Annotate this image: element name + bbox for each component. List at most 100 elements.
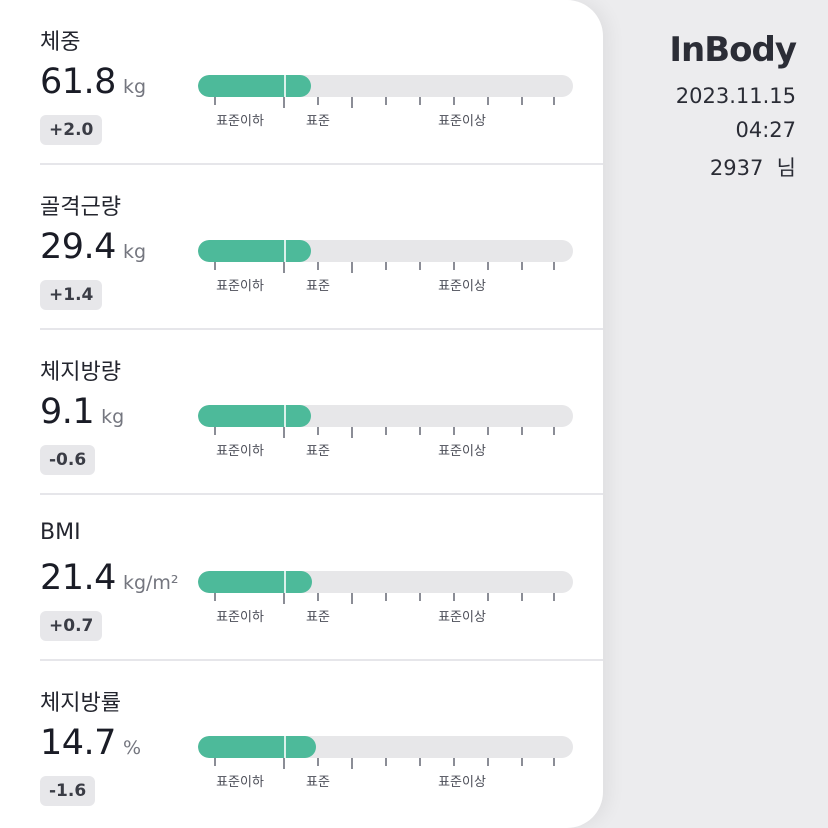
- tick-mark: [419, 593, 421, 601]
- metric-unit: %: [122, 737, 141, 759]
- range-bar-fill: [198, 405, 311, 427]
- metric-value-row: 61.8 kg: [40, 62, 146, 102]
- tick-mark: [419, 427, 421, 435]
- tick-mark: [521, 593, 523, 601]
- scale-label-below: 표준이하: [216, 610, 264, 625]
- tick-mark: [487, 593, 489, 601]
- metric-label: BMI: [40, 520, 81, 545]
- tick-mark: [521, 262, 523, 270]
- metric-unit: kg/m²: [122, 572, 179, 594]
- scale-label-standard: 표준: [306, 279, 330, 294]
- tick-mark: [317, 97, 319, 105]
- metric-body-fat-mass[interactable]: 체지방량 9.1 kg -0.6 표준이하 표준 표준이상: [0, 330, 603, 495]
- scale-label-above: 표준이상: [438, 114, 486, 129]
- tick-mark: [487, 427, 489, 435]
- tick-mark: [453, 593, 455, 601]
- metric-weight[interactable]: 체중 61.8 kg +2.0 표준이하 표준 표준이상: [0, 0, 603, 165]
- tick-mark: [553, 593, 555, 601]
- tick-mark: [317, 427, 319, 435]
- tick-mark: [553, 262, 555, 270]
- range-bar: [198, 571, 573, 593]
- scale-label-standard: 표준: [306, 444, 330, 459]
- tick-mark: [351, 97, 353, 108]
- tick-mark: [214, 97, 216, 105]
- range-bar: [198, 405, 573, 427]
- scale-label-below: 표준이하: [216, 444, 264, 459]
- metric-label: 체지방량: [40, 360, 121, 385]
- tick-mark: [553, 427, 555, 435]
- metric-value-row: 14.7 %: [40, 723, 141, 763]
- measure-date: 2023.11.15: [675, 84, 796, 108]
- tick-mark: [487, 758, 489, 766]
- metric-value: 14.7: [40, 723, 116, 763]
- range-bar: [198, 75, 573, 97]
- delta-badge: +0.7: [40, 611, 103, 641]
- tick-mark: [214, 262, 216, 270]
- metric-unit: kg: [122, 76, 147, 98]
- scale-label-above: 표준이상: [438, 279, 486, 294]
- tick-mark: [553, 758, 555, 766]
- range-bar-marker: [284, 571, 286, 593]
- scale-label-above: 표준이상: [438, 775, 486, 790]
- session-info: InBody 2023.11.15 04:27 2937 님: [669, 30, 797, 182]
- metric-value: 9.1: [40, 392, 95, 432]
- tick-mark: [317, 758, 319, 766]
- scale-label-below: 표준이하: [216, 114, 264, 129]
- range-bar-fill: [198, 736, 317, 758]
- tick-mark: [521, 427, 523, 435]
- scale-label-below: 표준이하: [216, 775, 264, 790]
- scale-label-above: 표준이상: [438, 610, 486, 625]
- tick-mark: [521, 97, 523, 105]
- tick-mark: [453, 758, 455, 766]
- scale-label-below: 표준이하: [216, 279, 264, 294]
- metric-label: 골격근량: [40, 195, 121, 220]
- delta-badge: +2.0: [40, 115, 103, 145]
- tick-mark: [214, 427, 216, 435]
- scale-label-standard: 표준: [306, 114, 330, 129]
- tick-mark: [214, 593, 216, 601]
- metric-body-fat-percent[interactable]: 체지방률 14.7 % -1.6 표준이하 표준 표준이상: [0, 661, 603, 826]
- scale-label-standard: 표준: [306, 610, 330, 625]
- tick-mark: [385, 427, 387, 435]
- metric-label: 체중: [40, 30, 81, 55]
- metric-unit: kg: [122, 241, 147, 263]
- tick-mark: [351, 593, 353, 604]
- metric-value: 61.8: [40, 62, 116, 102]
- divider: [40, 493, 603, 495]
- range-ticks: [198, 427, 573, 441]
- tick-mark: [283, 97, 285, 108]
- delta-badge: -0.6: [40, 445, 96, 475]
- tick-mark: [419, 758, 421, 766]
- metric-value: 21.4: [40, 558, 116, 598]
- tick-mark: [553, 97, 555, 105]
- range-bar-marker: [284, 75, 286, 97]
- metric-label: 체지방률: [40, 691, 121, 716]
- tick-mark: [385, 758, 387, 766]
- range-bar-fill: [198, 240, 311, 262]
- metric-bmi[interactable]: BMI 21.4 kg/m² +0.7 표준이하 표준 표준이상: [0, 496, 603, 661]
- scale-label-above: 표준이상: [438, 444, 486, 459]
- tick-mark: [453, 262, 455, 270]
- tick-mark: [453, 97, 455, 105]
- range-bar-fill: [198, 75, 311, 97]
- tick-mark: [521, 758, 523, 766]
- range-ticks: [198, 758, 573, 772]
- range-ticks: [198, 97, 573, 111]
- tick-mark: [385, 262, 387, 270]
- range-ticks: [198, 593, 573, 607]
- range-bar-marker: [284, 240, 286, 262]
- range-bar-marker: [284, 405, 286, 427]
- range-bar-marker: [284, 736, 286, 758]
- tick-mark: [351, 427, 353, 438]
- tick-mark: [317, 593, 319, 601]
- tick-mark: [317, 262, 319, 270]
- metric-value: 29.4: [40, 227, 116, 267]
- metric-skeletal-muscle[interactable]: 골격근량 29.4 kg +1.4 표준이하 표준 표준이상: [0, 165, 603, 330]
- tick-mark: [351, 758, 353, 769]
- tick-mark: [385, 97, 387, 105]
- tick-mark: [385, 593, 387, 601]
- delta-badge: +1.4: [40, 280, 103, 310]
- tick-mark: [487, 262, 489, 270]
- range-bar: [198, 240, 573, 262]
- range-bar: [198, 736, 573, 758]
